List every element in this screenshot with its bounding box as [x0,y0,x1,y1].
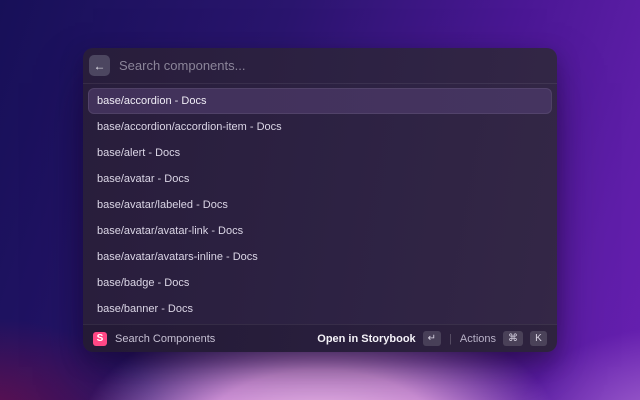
enter-key-icon: ↵ [423,331,441,346]
footer-brand-label: Search Components [115,333,215,345]
storybook-logo-icon: S [93,332,107,346]
result-row[interactable]: base/avatar/avatar-link - Docs [88,218,552,244]
k-key-icon: K [530,331,547,346]
back-arrow-icon: ← [94,60,106,72]
search-input[interactable] [119,58,549,73]
back-button[interactable]: ← [89,55,110,76]
result-row[interactable]: base/alert - Docs [88,140,552,166]
footer-divider: | [448,333,453,345]
footer-brand: S Search Components [93,332,215,346]
result-row[interactable]: base/accordion/accordion-item - Docs [88,114,552,140]
footer-bar: S Search Components Open in Storybook ↵ … [83,324,557,352]
result-row[interactable]: base/avatar/avatars-inline - Docs [88,244,552,270]
result-row[interactable]: base/avatar/labeled - Docs [88,192,552,218]
desktop-background: ← base/accordion - Docsbase/accordion/ac… [0,0,640,400]
result-row[interactable]: base/banner - Docs [88,296,552,322]
results-list: base/accordion - Docsbase/accordion/acco… [83,84,557,324]
result-row[interactable]: base/avatar - Docs [88,166,552,192]
command-key-icon: ⌘ [503,331,523,346]
result-row[interactable]: base/badge - Docs [88,270,552,296]
footer-actions: Open in Storybook ↵ | Actions ⌘ K [317,331,547,346]
search-palette: ← base/accordion - Docsbase/accordion/ac… [83,48,557,352]
result-row[interactable]: base/accordion - Docs [88,88,552,114]
search-header: ← [83,48,557,84]
actions-label[interactable]: Actions [460,333,496,345]
open-in-storybook-label[interactable]: Open in Storybook [317,333,415,345]
